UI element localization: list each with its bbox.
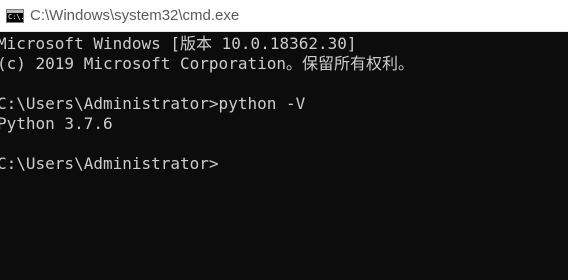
- console-line-command: C:\Users\Administrator>python -V: [0, 94, 306, 113]
- console-output[interactable]: Microsoft Windows [版本 10.0.18362.30] (c)…: [0, 33, 568, 280]
- console-line-copyright: (c) 2019 Microsoft Corporation。保留所有权利。: [0, 54, 414, 73]
- cmd-icon-glyph: C:\.: [8, 12, 25, 21]
- console-line-version: Microsoft Windows [版本 10.0.18362.30]: [0, 34, 357, 53]
- console-line-blank-2: [0, 134, 568, 154]
- cmd-window: C:\. C:\Windows\system32\cmd.exe Microso…: [0, 0, 568, 280]
- console-line-python-version: Python 3.7.6: [0, 114, 113, 133]
- title-bar[interactable]: C:\. C:\Windows\system32\cmd.exe: [0, 0, 568, 32]
- console-line-prompt[interactable]: C:\Users\Administrator>: [0, 154, 568, 174]
- console-line-blank-1: [0, 74, 568, 94]
- window-title: C:\Windows\system32\cmd.exe: [30, 7, 240, 24]
- cmd-icon[interactable]: C:\.: [6, 8, 25, 23]
- cmd-icon-bar: [7, 9, 23, 13]
